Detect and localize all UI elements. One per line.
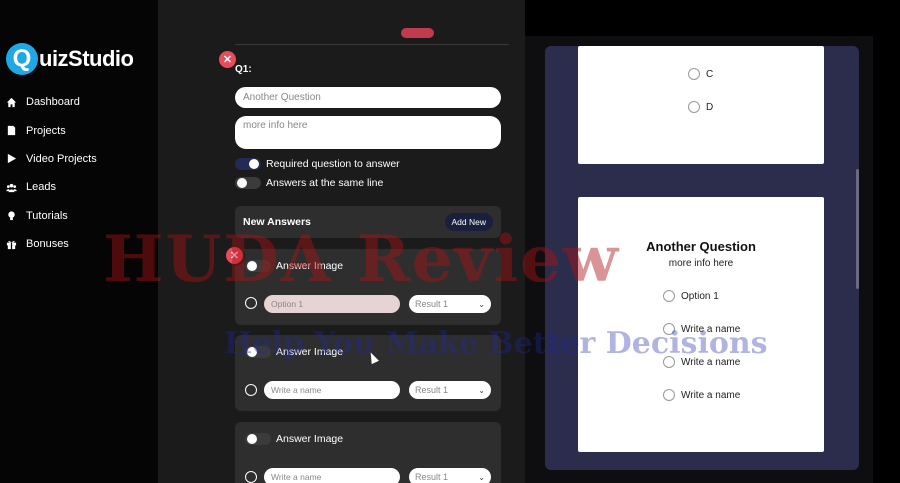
sidebar-item-bonuses[interactable]: Bonuses (0, 230, 158, 258)
toggle-label: Required question to answer (266, 158, 400, 170)
preview-scrollbar[interactable] (856, 169, 859, 289)
preview-option[interactable]: C (688, 68, 713, 80)
result-select[interactable]: Result 1 ⌄ (409, 468, 491, 483)
preview-question-subtitle: more info here (668, 258, 734, 269)
radio-icon (688, 101, 700, 113)
required-toggle-row: Required question to answer (235, 158, 400, 170)
preview-option-label: Write a name (681, 389, 741, 401)
answer-name-input[interactable]: Option 1 (264, 295, 400, 313)
required-toggle[interactable] (235, 158, 261, 170)
sidebar-item-label: Dashboard (26, 96, 80, 109)
play-icon (6, 153, 17, 164)
answer-image-toggle-row: Answer Image (245, 260, 343, 272)
sidebar-item-tutorials[interactable]: Tutorials (0, 202, 158, 230)
preview-card-previous: C D (578, 46, 824, 164)
answer-card: Answer Image Write a name Result 1 ⌄ (235, 335, 501, 411)
add-new-button[interactable]: Add New (444, 213, 493, 231)
answer-radio[interactable] (245, 384, 257, 396)
radio-icon (663, 389, 675, 401)
answer-image-toggle[interactable] (245, 260, 271, 272)
close-icon: ✕ (222, 54, 233, 66)
answers-header: New Answers Add New (235, 206, 501, 238)
preview-option-label: Write a name (681, 323, 741, 335)
quiz-preview: C D Another Question more info here Opti… (545, 46, 859, 470)
answer-image-toggle[interactable] (245, 433, 271, 445)
same-line-toggle-row: Answers at the same line (235, 177, 383, 189)
preview-question-title: Another Question (646, 239, 756, 254)
preview-option-label: C (706, 68, 714, 80)
lightbulb-icon (6, 210, 17, 221)
result-select[interactable]: Result 1 ⌄ (409, 381, 491, 399)
answer-card: Answer Image Write a name Result 1 ⌄ (235, 422, 501, 483)
preview-option-label: Option 1 (681, 290, 719, 302)
preview-option[interactable]: Write a name (663, 323, 740, 335)
radio-icon (663, 356, 675, 368)
chevron-down-icon: ⌄ (478, 299, 485, 309)
answer-image-toggle[interactable] (245, 346, 271, 358)
info-input[interactable]: more info here (235, 116, 501, 149)
same-line-toggle[interactable] (235, 177, 261, 189)
close-icon: ✕ (229, 250, 240, 262)
sidebar-item-projects[interactable]: Projects (0, 116, 158, 144)
answer-radio[interactable] (245, 297, 257, 309)
question-editor: ✕ Q1: Another Question more info here Re… (158, 0, 525, 483)
toggle-label: Answer Image (276, 346, 344, 358)
gift-icon (6, 239, 17, 250)
toggle-label: Answers at the same line (266, 177, 384, 189)
sidebar: Q uizStudio Dashboard Projects Video Pro… (0, 0, 158, 483)
preview-option-label: D (706, 101, 714, 113)
delete-question-button[interactable]: ✕ (219, 51, 236, 68)
divider (235, 44, 509, 45)
preview-option[interactable]: Option 1 (663, 290, 719, 302)
result-value: Result 1 (415, 385, 449, 395)
sidebar-item-label: Video Projects (26, 152, 97, 165)
answers-title: New Answers (243, 216, 311, 228)
sidebar-item-label: Projects (26, 124, 66, 137)
radio-icon (688, 68, 700, 80)
preview-pane: C D Another Question more info here Opti… (525, 36, 873, 483)
delete-answer-button[interactable]: ✕ (226, 247, 243, 264)
preview-option[interactable]: Write a name (663, 356, 740, 368)
app-window: Q uizStudio Dashboard Projects Video Pro… (0, 0, 900, 483)
answer-image-toggle-row: Answer Image (245, 346, 343, 358)
preview-option[interactable]: D (688, 101, 713, 113)
preview-option-label: Write a name (681, 356, 741, 368)
toggle-label: Answer Image (276, 260, 344, 272)
preview-card-question: Another Question more info here Option 1… (578, 197, 824, 452)
sidebar-item-label: Tutorials (26, 209, 68, 222)
answer-name-input[interactable]: Write a name (264, 381, 400, 399)
sidebar-item-leads[interactable]: Leads (0, 173, 158, 201)
users-icon (6, 182, 17, 193)
home-icon (6, 97, 17, 108)
sidebar-item-label: Leads (26, 181, 56, 194)
logo-q: Q (6, 43, 38, 75)
sidebar-nav: Dashboard Projects Video Projects Leads … (0, 88, 158, 258)
sidebar-item-video-projects[interactable]: Video Projects (0, 145, 158, 173)
sidebar-item-label: Bonuses (26, 238, 69, 251)
logo[interactable]: Q uizStudio (6, 43, 134, 75)
sidebar-item-dashboard[interactable]: Dashboard (0, 88, 158, 116)
preview-option[interactable]: Write a name (663, 389, 740, 401)
chevron-down-icon: ⌄ (478, 472, 485, 482)
logo-text: uizStudio (39, 46, 134, 71)
answer-card: Answer Image Option 1 Result 1 ⌄ (235, 249, 501, 325)
result-value: Result 1 (415, 472, 449, 482)
answer-image-toggle-row: Answer Image (245, 433, 343, 445)
result-select[interactable]: Result 1 ⌄ (409, 295, 491, 313)
toggle-label: Answer Image (276, 433, 344, 445)
question-label: Q1: (235, 64, 252, 75)
result-value: Result 1 (415, 299, 449, 309)
answer-name-input[interactable]: Write a name (264, 468, 400, 483)
chevron-down-icon: ⌄ (478, 385, 485, 395)
document-icon (6, 125, 17, 136)
top-badge[interactable] (401, 28, 434, 38)
question-input[interactable]: Another Question (235, 87, 501, 108)
radio-icon (663, 323, 675, 335)
answer-radio[interactable] (245, 471, 257, 483)
radio-icon (663, 290, 675, 302)
